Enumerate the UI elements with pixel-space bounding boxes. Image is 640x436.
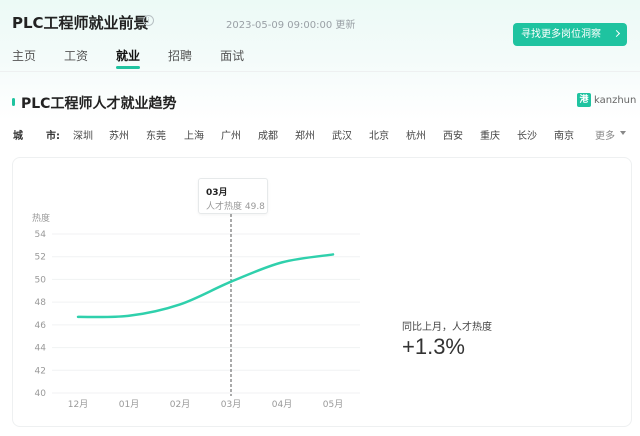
x-tick-label: 05月 [323,399,343,410]
x-tick-label: 12月 [68,399,88,410]
y-tick-label: 54 [35,230,47,240]
chart-tooltip: 03月 人才热度 49.8 [198,178,268,214]
y-tick-label: 52 [35,253,46,263]
x-tick-label: 01月 [119,399,139,410]
x-tick-label: 03月 [221,399,241,410]
y-axis-label: 热度 [32,212,50,224]
y-tick-label: 48 [35,298,47,308]
series-line [76,253,335,319]
y-tick-label: 42 [35,366,46,376]
y-tick-label: 40 [35,389,47,399]
y-tick-label: 44 [35,344,47,354]
talent-heat-line-chart: 40 42 44 46 48 50 52 54 热度 12月 01月 02月 03月 04月 05月 [32,212,360,410]
tooltip-value: 人才热度 49.8 [206,202,265,212]
mom-change-value: +1.3% [402,334,465,359]
mom-change-label: 同比上月，人才热度 [402,322,492,333]
x-tick-label: 02月 [170,399,190,410]
tooltip-month: 03月 [206,188,228,198]
x-tick-label: 04月 [272,399,292,410]
y-tick-label: 50 [35,275,47,285]
y-tick-label: 46 [35,321,47,331]
